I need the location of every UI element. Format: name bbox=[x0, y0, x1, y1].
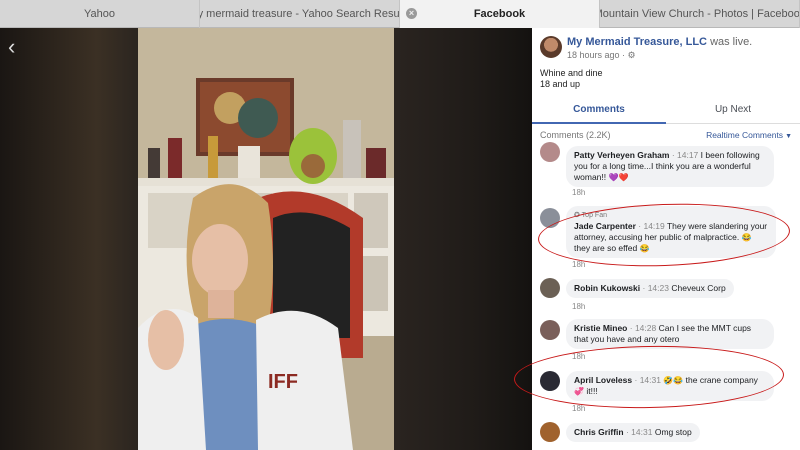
page-avatar[interactable] bbox=[540, 36, 562, 58]
comment-item: Chris Griffin · 14:31 Omg stop bbox=[532, 422, 800, 450]
post-header: My Mermaid Treasure, LLC was live. 18 ho… bbox=[532, 28, 800, 98]
avatar[interactable] bbox=[540, 422, 560, 442]
comment-time: · 14:31 bbox=[625, 427, 653, 437]
comment-bubble: Patty Verheyen Graham · 14:17 I been fol… bbox=[566, 146, 774, 187]
comment-item: Patty Verheyen Graham · 14:17 I been fol… bbox=[532, 142, 800, 204]
tab-mountain-view-church[interactable]: Mountain View Church - Photos | Facebook bbox=[600, 0, 800, 28]
page-name-link[interactable]: My Mermaid Treasure, LLC bbox=[567, 36, 707, 48]
comment-bubble: Robin Kukowski · 14:23 Cheveux Corp bbox=[566, 279, 734, 298]
commenter-name[interactable]: Patty Verheyen Graham bbox=[574, 150, 669, 160]
comment-time: · 14:23 bbox=[642, 283, 669, 293]
avatar[interactable] bbox=[540, 142, 560, 162]
comment-time: · 14:17 bbox=[671, 150, 699, 160]
comments-count: Comments (2.2K) bbox=[540, 130, 611, 140]
avatar[interactable] bbox=[540, 320, 560, 340]
close-tab-icon[interactable]: × bbox=[406, 8, 417, 19]
commenter-name[interactable]: Kristie Mineo bbox=[574, 323, 627, 333]
tab-up-next[interactable]: Up Next bbox=[666, 98, 800, 123]
browser-tab-bar: Yahoo my mermaid treasure - Yahoo Search… bbox=[0, 0, 800, 28]
chevron-down-icon: ▼ bbox=[785, 133, 792, 140]
gear-icon[interactable]: ⚙ bbox=[628, 50, 636, 60]
panel-tabs: Comments Up Next bbox=[532, 98, 800, 124]
tab-label: Yahoo bbox=[84, 8, 115, 20]
video-blur-right bbox=[394, 28, 532, 450]
post-timestamp: 18 hours ago · ⚙ bbox=[567, 50, 636, 60]
video-blur-left bbox=[0, 28, 138, 450]
comments-toolbar: Comments (2.2K) Realtime Comments ▼ bbox=[532, 124, 800, 144]
live-video-frame[interactable]: IFF bbox=[138, 28, 394, 450]
video-player[interactable]: ‹ IFF bbox=[0, 28, 532, 450]
tab-yahoo[interactable]: Yahoo bbox=[0, 0, 200, 28]
comment-text: Omg stop bbox=[654, 427, 692, 437]
caption-line: 18 and up bbox=[540, 79, 581, 89]
commenter-name[interactable]: Robin Kukowski bbox=[574, 283, 640, 293]
avatar[interactable] bbox=[540, 278, 560, 298]
comment-text: Cheveux Corp bbox=[671, 283, 726, 293]
comment-age[interactable]: 18h bbox=[572, 302, 585, 311]
post-caption: Whine and dine 18 and up bbox=[540, 68, 603, 90]
post-time-text[interactable]: 18 hours ago bbox=[567, 50, 620, 60]
tab-label: Facebook bbox=[473, 8, 526, 20]
comment-item: Robin Kukowski · 14:23 Cheveux Corp 18h bbox=[532, 278, 800, 314]
back-arrow-icon[interactable]: ‹ bbox=[8, 34, 15, 60]
comment-sort-dropdown[interactable]: Realtime Comments ▼ bbox=[706, 130, 792, 140]
caption-line: Whine and dine bbox=[540, 68, 603, 78]
tab-label: my mermaid treasure - Yahoo Search Resul… bbox=[200, 8, 400, 20]
post-title: My Mermaid Treasure, LLC was live. bbox=[567, 36, 752, 48]
svg-text:IFF: IFF bbox=[268, 371, 298, 393]
comment-bubble: Chris Griffin · 14:31 Omg stop bbox=[566, 423, 700, 442]
tab-comments[interactable]: Comments bbox=[532, 98, 666, 124]
was-live-text: was live. bbox=[710, 36, 753, 48]
commenter-name[interactable]: Chris Griffin bbox=[574, 427, 624, 437]
tab-facebook[interactable]: × Facebook bbox=[400, 0, 600, 28]
sort-label: Realtime Comments bbox=[706, 130, 784, 140]
tab-yahoo-search[interactable]: my mermaid treasure - Yahoo Search Resul… bbox=[200, 0, 400, 28]
tab-label: Mountain View Church - Photos | Facebook bbox=[600, 8, 800, 20]
comment-age[interactable]: 18h bbox=[572, 188, 585, 197]
comment-bubble: Kristie Mineo · 14:28 Can I see the MMT … bbox=[566, 319, 774, 349]
live-video-scene: IFF bbox=[138, 28, 394, 450]
comment-emoji: 💜❤️ bbox=[608, 173, 629, 182]
comment-time: · 14:28 bbox=[629, 323, 657, 333]
comment-age[interactable]: 18h bbox=[572, 404, 585, 413]
